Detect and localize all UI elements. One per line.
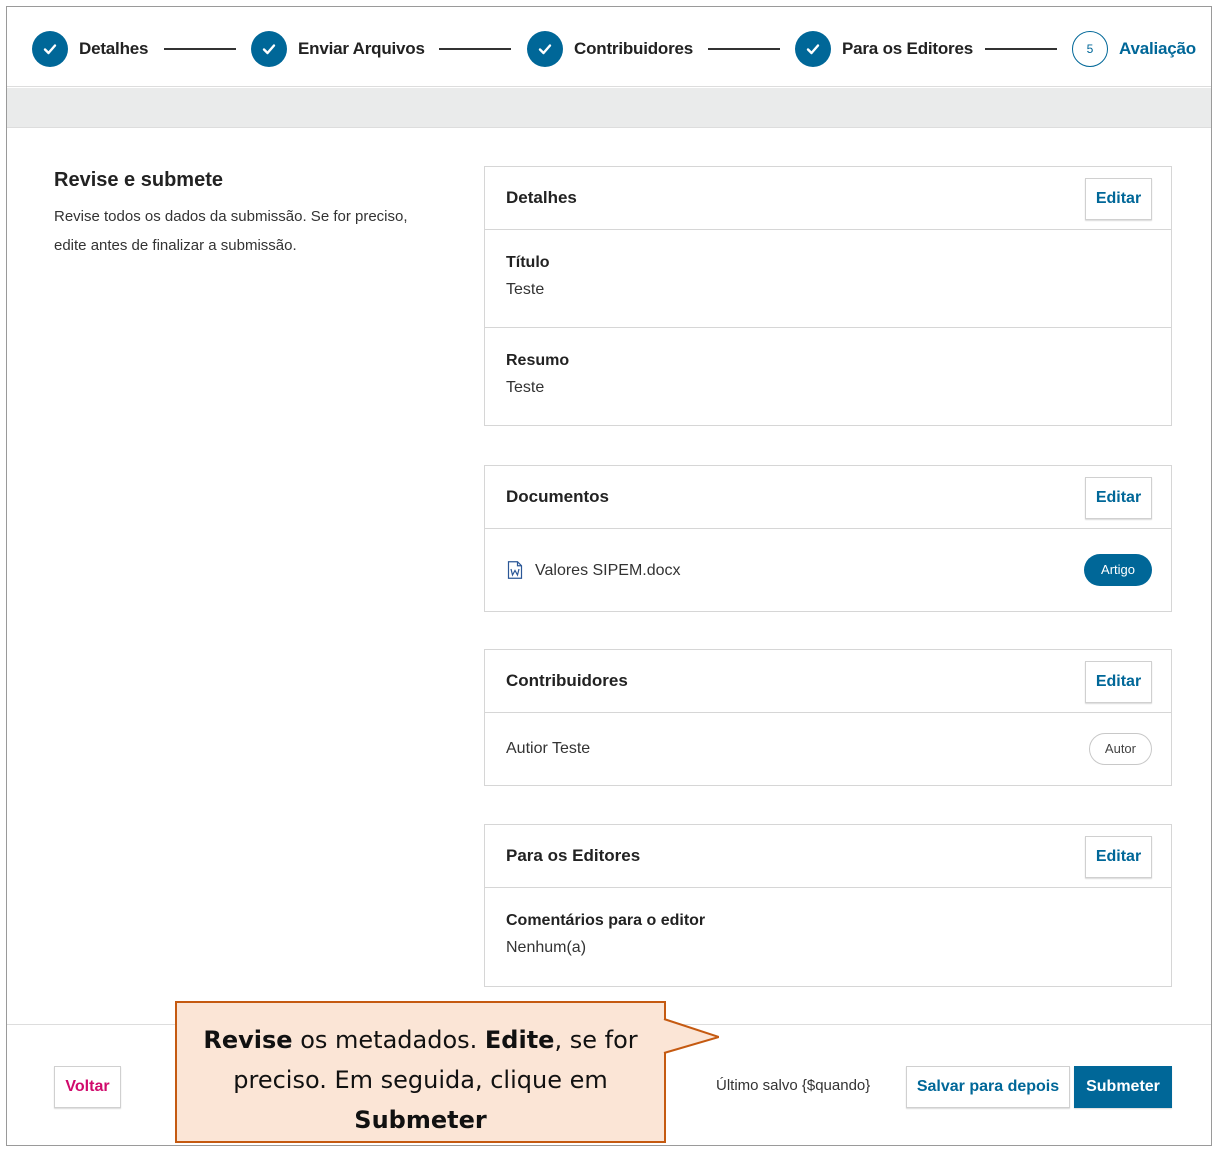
edit-contributors-button[interactable]: Editar — [1085, 661, 1152, 703]
page-title: Revise e submete — [54, 169, 223, 191]
check-icon — [527, 31, 563, 67]
step-label: Avaliação — [1119, 39, 1196, 58]
card-title: Contribuidores — [506, 671, 628, 690]
submission-review-page: Detalhes Enviar Arquivos Contribuidores … — [6, 6, 1212, 1146]
submission-stepper: Detalhes Enviar Arquivos Contribuidores … — [7, 7, 1211, 87]
review-intro: Revise e submete Revise todos os dados d… — [54, 169, 454, 260]
edit-details-button[interactable]: Editar — [1085, 178, 1152, 220]
callout-text-part: , se for — [554, 1026, 638, 1054]
stepper-divider-band — [7, 88, 1211, 128]
abstract-field: Resumo Teste — [485, 328, 1171, 425]
contributors-card: Contribuidores Editar Autior Teste Autor — [484, 649, 1172, 786]
word-document-icon — [507, 561, 523, 579]
step-label: Detalhes — [79, 39, 149, 58]
callout-text-part: os metadados. — [292, 1026, 485, 1054]
step-label: Para os Editores — [842, 39, 973, 58]
callout-bold-text: Edite — [484, 1026, 555, 1054]
callout-bold-text: Revise — [203, 1026, 293, 1054]
callout-text-part: preciso. Em seguida, clique em — [233, 1066, 608, 1094]
instruction-callout: Revise os metadados. Edite, se for preci… — [175, 1001, 666, 1143]
card-header: Contribuidores Editar — [485, 650, 1171, 713]
edit-for-editors-button[interactable]: Editar — [1085, 836, 1152, 878]
step-connector — [164, 48, 236, 50]
step-details[interactable]: Detalhes — [32, 31, 148, 67]
check-icon — [32, 31, 68, 67]
card-header: Documentos Editar — [485, 466, 1171, 529]
check-icon — [251, 31, 287, 67]
details-card: Detalhes Editar Título Teste Resumo Test… — [484, 166, 1172, 426]
step-label: Enviar Arquivos — [298, 39, 425, 58]
for-editors-card: Para os Editores Editar Comentários para… — [484, 824, 1172, 987]
field-label: Resumo — [506, 352, 570, 369]
last-saved-status: Último salvo {$quando} — [716, 1077, 871, 1094]
callout-bold-text: Submeter — [354, 1106, 487, 1134]
step-label: Contribuidores — [574, 39, 694, 58]
card-title: Documentos — [506, 487, 609, 506]
comments-field: Comentários para o editor Nenhum(a) — [485, 888, 1171, 986]
step-number-badge: 5 — [1072, 31, 1108, 67]
step-connector — [985, 48, 1057, 50]
intro-text-line: Revise todos os dados da submissão. Se f… — [54, 208, 408, 225]
card-header: Detalhes Editar — [485, 167, 1171, 230]
file-type-badge: Artigo — [1084, 554, 1152, 586]
step-review[interactable]: 5 Avaliação — [1072, 31, 1196, 67]
documents-card: Documentos Editar Valores SIPEM.docx Art… — [484, 465, 1172, 612]
step-connector — [439, 48, 511, 50]
document-file-name[interactable]: Valores SIPEM.docx — [535, 562, 681, 580]
callout-text: Revise os metadados. Edite, se for preci… — [177, 1020, 664, 1140]
field-label: Título — [506, 254, 550, 271]
step-connector — [708, 48, 780, 50]
edit-documents-button[interactable]: Editar — [1085, 477, 1152, 519]
intro-text-line: edite antes de finalizar a submissão. — [54, 237, 297, 254]
intro-text: Revise todos os dados da submissão. Se f… — [54, 202, 454, 260]
field-value: Teste — [506, 281, 545, 298]
field-value: Teste — [506, 379, 545, 396]
contributor-row: Autior Teste Autor — [485, 713, 1171, 785]
document-row: Valores SIPEM.docx Artigo — [485, 529, 1171, 611]
field-label: Comentários para o editor — [506, 912, 706, 929]
callout-pointer — [657, 1017, 719, 1055]
role-badge: Autor — [1088, 733, 1152, 765]
submit-button[interactable]: Submeter — [1074, 1066, 1172, 1108]
back-button[interactable]: Voltar — [54, 1066, 121, 1108]
card-title: Detalhes — [506, 188, 577, 207]
step-upload-files[interactable]: Enviar Arquivos — [251, 31, 425, 67]
card-title: Para os Editores — [506, 846, 641, 865]
check-icon — [795, 31, 831, 67]
field-value: Nenhum(a) — [506, 939, 587, 956]
save-for-later-button[interactable]: Salvar para depois — [906, 1066, 1070, 1108]
title-field: Título Teste — [485, 230, 1171, 328]
contributor-name: Autior Teste — [506, 740, 591, 757]
card-header: Para os Editores Editar — [485, 825, 1171, 888]
step-for-editors[interactable]: Para os Editores — [795, 31, 973, 67]
step-contributors[interactable]: Contribuidores — [527, 31, 693, 67]
